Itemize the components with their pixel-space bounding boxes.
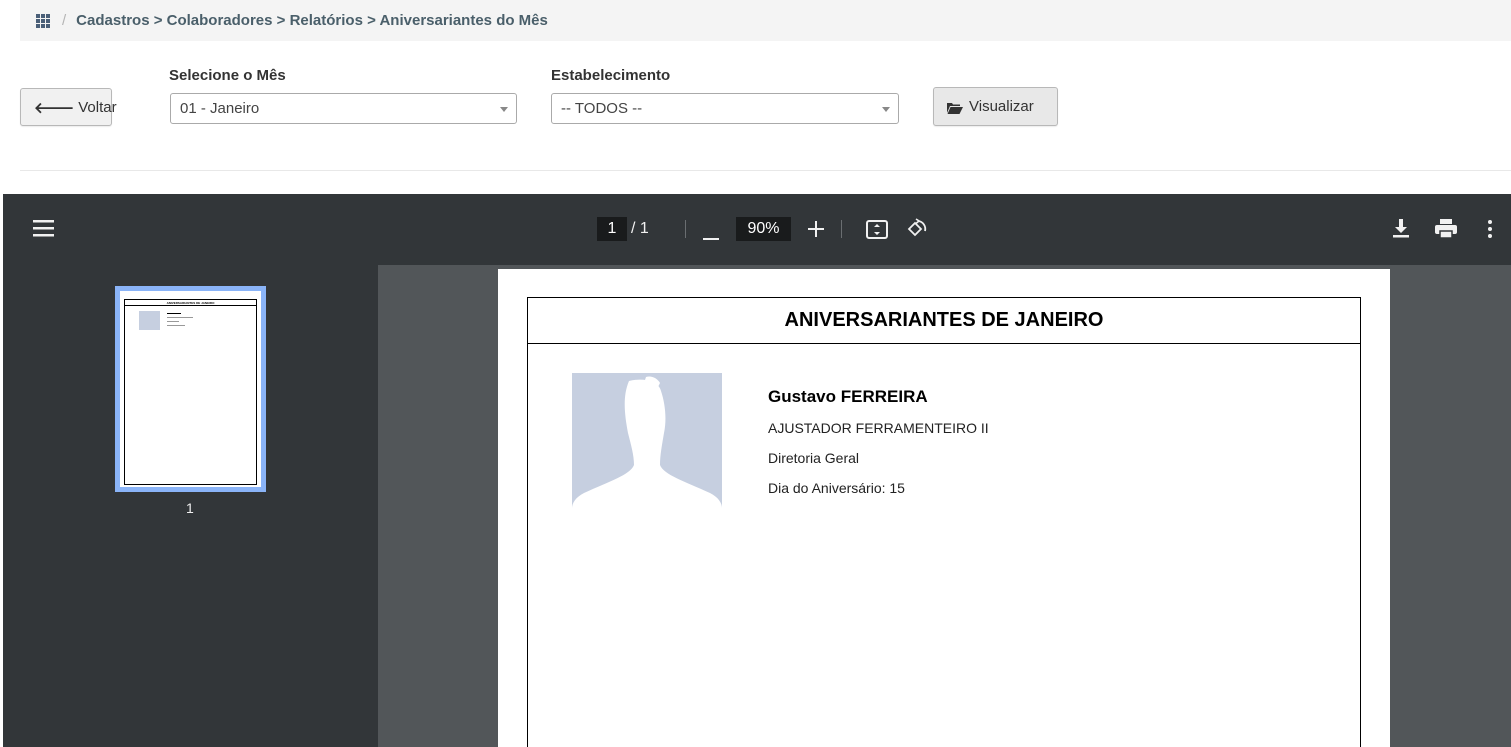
thumbnail-page: ANIVERSARIANTES DE JANEIRO — [120, 291, 261, 487]
breadcrumb: Cadastros > Colaboradores > Relatórios >… — [76, 12, 548, 29]
rotate-icon[interactable] — [906, 218, 928, 245]
divider — [20, 170, 1511, 171]
folder-open-icon — [947, 101, 963, 114]
zoom-in-icon[interactable] — [808, 221, 824, 242]
toolbar-separator — [685, 220, 686, 238]
apps-grid-icon[interactable] — [36, 13, 52, 28]
page-total: / 1 — [631, 220, 649, 237]
breadcrumb-bar: / Cadastros > Colaboradores > Relatórios… — [20, 0, 1511, 41]
employee-name: Gustavo FERREIRA — [768, 387, 928, 406]
toolbar-separator — [841, 220, 842, 238]
thumbnail-page-number: 1 — [186, 500, 194, 516]
download-icon[interactable] — [1393, 219, 1409, 244]
employee-department: Diretoria Geral — [768, 450, 860, 466]
report-title: ANIVERSARIANTES DE JANEIRO — [528, 298, 1360, 344]
report-frame: ANIVERSARIANTES DE JANEIRO Gustavo FERRE… — [527, 297, 1361, 747]
pdf-page: ANIVERSARIANTES DE JANEIRO Gustavo FERRE… — [498, 269, 1390, 747]
employee-role: AJUSTADOR FERRAMENTEIRO II — [768, 420, 989, 436]
back-button[interactable]: 🡐 Voltar — [20, 88, 117, 126]
pdf-viewer: 1 / 1 90% ANIVERSARIANTES DE JANEIRO 1 A… — [3, 194, 1511, 747]
arrow-left-icon: 🡐 — [34, 99, 75, 117]
chevron-down-icon — [882, 107, 890, 112]
breadcrumb-separator: / — [62, 12, 67, 29]
establishment-select-value: -- TODOS -- — [561, 100, 643, 117]
zoom-out-icon[interactable] — [703, 228, 719, 246]
chevron-down-icon — [500, 107, 508, 112]
thumbnail-title: ANIVERSARIANTES DE JANEIRO — [125, 300, 256, 306]
employee-photo-placeholder — [572, 373, 722, 508]
thumbnail-line — [167, 317, 193, 318]
fit-page-icon[interactable] — [866, 220, 888, 244]
zoom-input[interactable]: 90% — [736, 217, 791, 241]
view-button[interactable]: Visualizar — [933, 87, 1058, 126]
establishment-select[interactable]: -- TODOS -- — [551, 93, 899, 124]
month-label: Selecione o Mês — [169, 67, 286, 84]
thumbnail-photo — [139, 311, 160, 330]
establishment-label: Estabelecimento — [551, 67, 671, 84]
thumbnail-line — [167, 325, 185, 326]
page-thumbnail[interactable]: ANIVERSARIANTES DE JANEIRO — [115, 286, 266, 492]
thumbnail-sidebar: ANIVERSARIANTES DE JANEIRO 1 — [3, 265, 378, 747]
thumbnail-line — [167, 321, 179, 322]
menu-icon[interactable] — [33, 220, 54, 242]
page-number-input[interactable]: 1 — [597, 217, 627, 241]
more-options-icon[interactable] — [1488, 220, 1492, 243]
print-icon[interactable] — [1435, 219, 1457, 244]
back-button-label: Voltar — [78, 98, 117, 116]
thumbnail-frame: ANIVERSARIANTES DE JANEIRO — [124, 299, 257, 485]
thumbnail-line — [167, 313, 181, 314]
month-select[interactable]: 01 - Janeiro — [170, 93, 517, 124]
pdf-toolbar: 1 / 1 90% — [3, 194, 1511, 265]
filter-toolbar: 🡐 Voltar Selecione o Mês 01 - Janeiro Es… — [0, 41, 1511, 171]
employee-birthday: Dia do Aniversário: 15 — [768, 480, 905, 496]
view-button-label: Visualizar — [969, 98, 1034, 115]
month-select-value: 01 - Janeiro — [180, 100, 260, 117]
